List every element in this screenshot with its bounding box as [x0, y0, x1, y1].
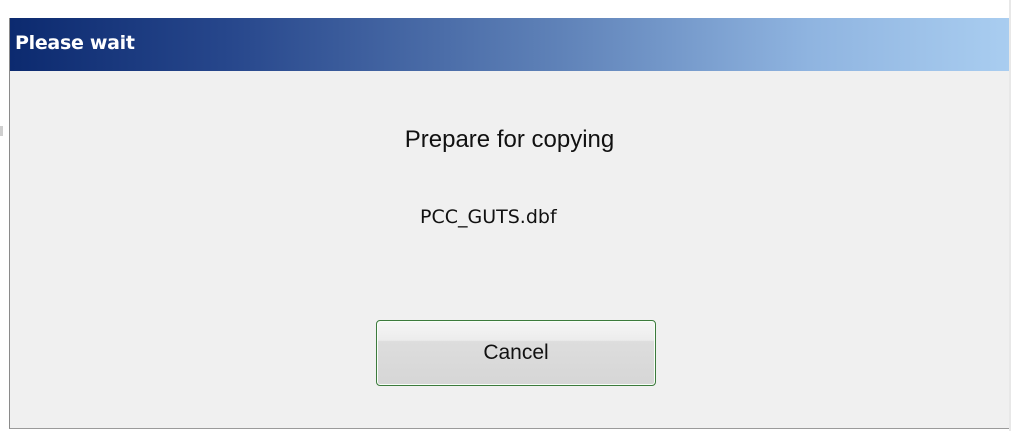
title-bar[interactable]: Please wait	[10, 18, 1009, 71]
status-message: Prepare for copying	[404, 126, 615, 153]
cancel-button-label: Cancel	[483, 341, 549, 364]
please-wait-dialog: Please wait Prepare for copying PCC_GUTS…	[9, 18, 1009, 429]
current-file-name: PCC_GUTS.dbf	[420, 206, 557, 228]
dialog-title: Please wait	[15, 32, 135, 54]
background-edge-mark	[0, 126, 3, 136]
cancel-button[interactable]: Cancel	[376, 320, 656, 386]
